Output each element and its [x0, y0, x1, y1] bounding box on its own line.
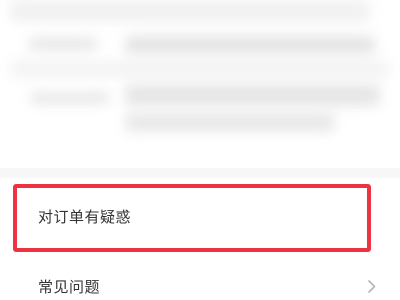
order-help-screen: 对订单有疑惑 常见问题 — [0, 0, 400, 300]
blurred-order-info-card — [0, 0, 400, 160]
blurred-content — [28, 38, 98, 50]
blurred-content — [10, 0, 370, 22]
faq-label: 常见问题 — [38, 277, 101, 296]
blurred-content — [125, 112, 335, 132]
section-divider — [0, 168, 400, 178]
question-about-order-item[interactable]: 对订单有疑惑 — [0, 188, 400, 244]
chevron-right-icon — [366, 279, 378, 293]
faq-item[interactable]: 常见问题 — [0, 258, 400, 300]
blurred-content — [125, 36, 375, 54]
question-about-order-label: 对订单有疑惑 — [38, 207, 132, 226]
blurred-content — [125, 84, 380, 106]
blurred-content — [30, 92, 110, 104]
blurred-content — [10, 60, 390, 78]
